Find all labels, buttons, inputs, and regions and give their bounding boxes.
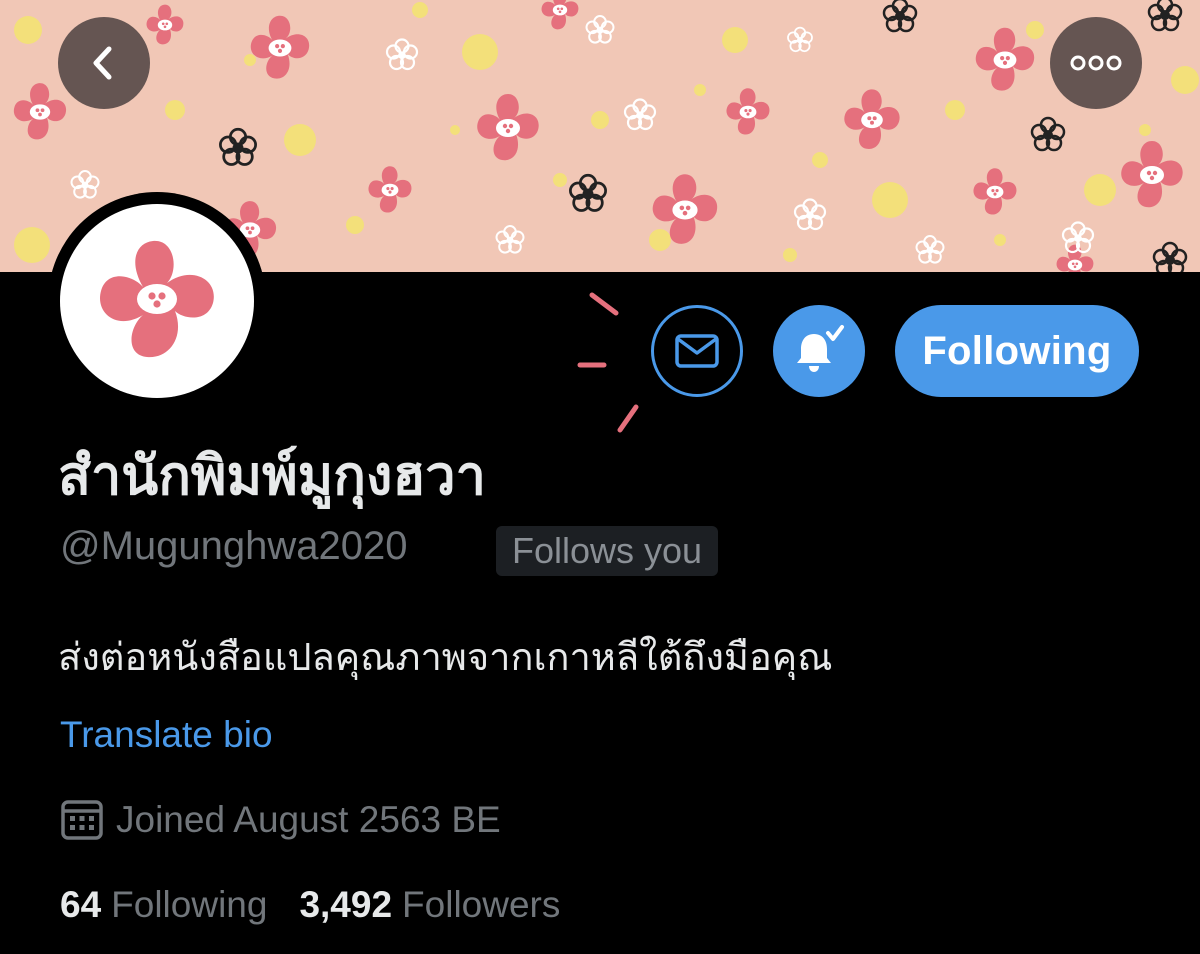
- bell-check-icon: [797, 325, 844, 372]
- following-stat[interactable]: 64 Following: [60, 884, 267, 926]
- follows-you-badge: Follows you: [496, 526, 719, 576]
- chevron-left-icon: [93, 46, 112, 80]
- joined-date: Joined August 2563 BE: [116, 799, 501, 840]
- translate-bio-link[interactable]: Translate bio: [60, 714, 273, 756]
- envelope-icon: [675, 334, 719, 368]
- following-button[interactable]: Following: [895, 305, 1139, 397]
- avatar[interactable]: [48, 192, 266, 410]
- joined-date-row: Joined August 2563 BE: [60, 798, 501, 842]
- display-name: สำนักพิมพ์มูกุงฮวา: [58, 444, 486, 507]
- back-button[interactable]: [58, 17, 150, 109]
- followers-stat[interactable]: 3,492 Followers: [299, 884, 560, 926]
- profile-bio: ส่งต่อหนังสือแปลคุณภาพจากเกาหลีใต้ถึงมือ…: [58, 635, 833, 679]
- notifications-button[interactable]: [773, 305, 865, 397]
- message-button[interactable]: [651, 305, 743, 397]
- followers-count: 3,492: [299, 884, 393, 925]
- ellipsis-icon: [1070, 55, 1122, 71]
- follow-stats: 64 Following 3,492 Followers: [60, 884, 560, 926]
- following-count: 64: [60, 884, 102, 925]
- sparkle-decoration: [577, 292, 639, 433]
- username-handle: @Mugunghwa2020: [60, 524, 408, 568]
- flower-logo-icon: [100, 240, 214, 358]
- following-label: Following: [111, 884, 268, 925]
- followers-label: Followers: [402, 884, 561, 925]
- calendar-icon: [61, 800, 103, 840]
- more-options-button[interactable]: [1050, 17, 1142, 109]
- avatar-image: [60, 204, 254, 398]
